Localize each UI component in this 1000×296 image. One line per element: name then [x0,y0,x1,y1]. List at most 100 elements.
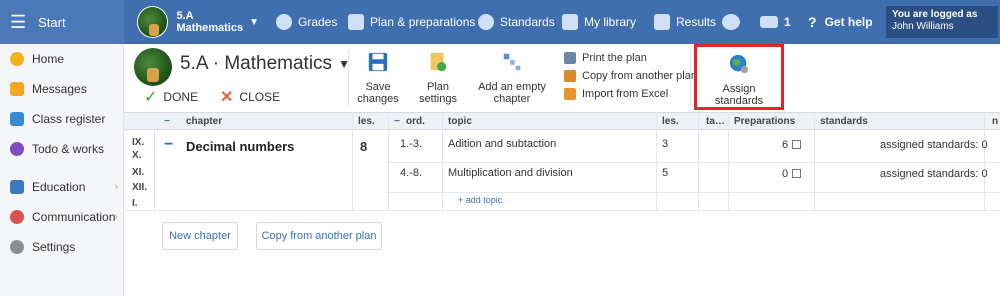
copy-plan-button[interactable]: Copy from another plan [256,222,382,250]
mail-count: 1 [784,15,791,29]
add-empty-chapter-button[interactable]: Add an empty chapter [474,48,550,106]
standards-status[interactable]: assigned standards: 0 [880,139,988,151]
header-lessons: les. [358,116,375,127]
sidebar-item-todo[interactable]: Todo & works [0,136,124,162]
header-order: ord. [406,116,425,127]
plan-settings-icon [430,52,447,72]
top-bar: ☰ Start 5.A Mathematics ▼ Grades Plan & … [0,0,1000,44]
mail-button[interactable]: 1 [760,0,791,44]
class-selector[interactable]: 5.A Mathematics ▼ [137,5,259,39]
sidebar-item-settings[interactable]: Settings [0,234,124,260]
page-title[interactable]: 5.A · Mathematics ▼ [180,53,350,75]
sidebar: Home Messages Class register Todo & work… [0,44,124,296]
gear-icon [10,240,24,254]
sidebar-item-communication[interactable]: Communication › [0,204,124,230]
print-plan-link[interactable]: Print the plan [564,50,647,66]
table-bottom-border [124,210,1000,211]
nav-label: My library [584,15,637,29]
topic-name[interactable]: Adition and subtaction [448,138,556,150]
class-subject: Mathematics [176,22,244,34]
shield-icon [478,14,494,30]
preparations-cell[interactable]: 0 [782,168,802,180]
divider [656,112,657,210]
chapter-name[interactable]: Decimal numbers [186,139,294,154]
copy-label: Copy from another plan [582,70,697,82]
nav-standards[interactable]: Standards [478,0,555,44]
month-label: I. [132,198,138,209]
help-button[interactable]: ? Get help [808,0,873,44]
sidebar-item-home[interactable]: Home [0,46,124,72]
divider [984,112,985,210]
sidebar-item-label: Todo & works [32,142,105,156]
chat-button[interactable] [722,0,746,44]
collapse-icon[interactable]: − [164,116,170,127]
nav-library[interactable]: My library [562,0,636,44]
topic-name[interactable]: Multiplication and division [448,167,573,179]
results-icon [654,14,670,30]
add-chapter-icon [503,53,521,71]
plan-settings-button[interactable]: Plan settings [416,48,460,106]
copy-plan-link[interactable]: Copy from another plan [564,68,697,84]
plan-settings-label: settings [419,93,457,105]
nav-grades[interactable]: Grades [276,0,337,44]
book-icon [10,180,24,194]
chapter-lessons: 8 [360,139,368,154]
preparations-cell[interactable]: 6 [782,139,802,151]
month-label: X. [132,150,142,161]
sidebar-item-education[interactable]: Education › [0,174,124,200]
assign-label: Assign [722,83,756,95]
check-icon: ✓ [144,89,158,106]
toolbar: 5.A · Mathematics ▼ ✓ DONE ✕ CLOSE Save c… [124,44,1000,112]
sidebar-item-class-register[interactable]: Class register [0,106,124,132]
assign-label: standards [714,95,764,107]
sidebar-item-label: Messages [32,82,87,96]
plan-icon [348,14,364,30]
copy-icon [564,70,576,82]
nav-label: Results [676,15,717,29]
import-icon [564,88,576,100]
topic-order: 1.-3. [400,138,423,150]
add-chapter-label: chapter [493,93,531,105]
sidebar-item-label: Communication [32,210,116,224]
close-button[interactable]: ✕ CLOSE [220,87,280,107]
import-excel-link[interactable]: Import from Excel [564,86,668,102]
help-label: Get help [824,15,873,29]
sidebar-item-messages[interactable]: Messages [0,76,124,102]
divider [698,112,699,210]
done-button[interactable]: ✓ DONE [144,87,198,107]
add-topic-link[interactable]: + add topic [458,195,502,205]
header-standards: standards [820,116,868,127]
topic-order: 4.-8. [400,167,423,179]
chevron-right-icon: › [114,211,118,223]
chat-icon [10,210,24,224]
standards-status[interactable]: assigned standards: 0 [880,168,988,180]
divider [352,112,353,210]
logged-in-box[interactable]: You are logged as John Williams [886,6,998,38]
new-chapter-button[interactable]: New chapter [162,222,238,250]
header-preparations: Preparations [734,116,796,127]
start-button[interactable]: ☰ Start [0,0,124,44]
divider [728,112,729,210]
plan-settings-label: Plan [426,81,450,93]
done-label: DONE [163,90,199,104]
page-title-text: 5.A · Mathematics [180,53,333,74]
add-chapter-label: Add an empty [478,81,546,93]
chat-icon [722,14,740,30]
divider [348,50,349,106]
preparations-count: 6 [782,139,789,151]
header-tasks: ta… [706,116,725,127]
close-icon: ✕ [220,89,234,106]
nav-results[interactable]: Results [654,0,716,44]
class-avatar [137,6,169,38]
collapse-icon[interactable]: − [394,116,400,127]
logged-as-label: You are logged as [892,9,978,20]
user-name: John Williams [892,21,954,32]
save-label: changes [357,93,399,105]
save-changes-button[interactable]: Save changes [354,48,402,106]
nav-plan[interactable]: Plan & preparations [348,0,475,44]
collapse-chapter-icon[interactable]: − [164,136,173,154]
printer-icon [564,52,576,64]
month-label: XII. [132,182,148,193]
assign-standards-button[interactable]: Assign standards [700,50,778,108]
start-label: Start [38,14,66,30]
